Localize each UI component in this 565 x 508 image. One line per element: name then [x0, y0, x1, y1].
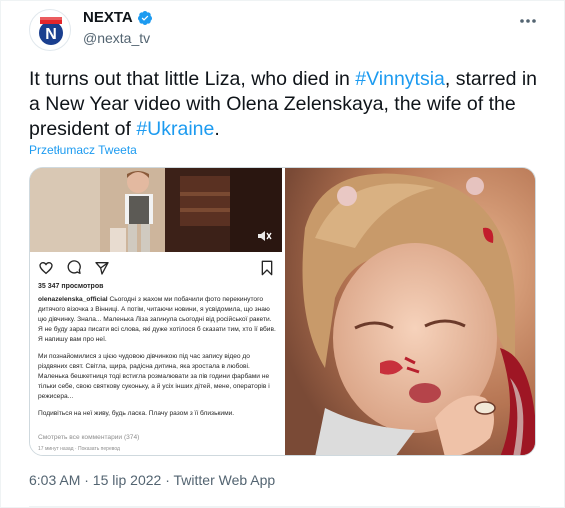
views-count: 35 347 просмотров: [38, 283, 104, 290]
instagram-username[interactable]: olenazelenska_official: [38, 296, 108, 303]
verified-badge-icon: [137, 11, 152, 25]
instagram-actions: [38, 260, 274, 278]
author-handle[interactable]: @nexta_tv: [83, 29, 153, 47]
view-all-comments-link[interactable]: Смотреть все комментарии (374): [38, 434, 139, 441]
child-photo-image: [285, 168, 535, 455]
more-icon: [520, 19, 536, 23]
nexta-logo-icon: N: [39, 17, 63, 45]
bookmark-icon[interactable]: [260, 260, 274, 276]
translate-tweet-link[interactable]: Przetłumacz Tweeta: [29, 143, 137, 157]
tweet-text: It turns out that little Liza, who died …: [29, 67, 544, 142]
tweet-text-part: .: [214, 118, 220, 140]
video-scene-image: [30, 168, 282, 252]
logo-letter: N: [45, 26, 57, 43]
video-thumbnail: [30, 168, 282, 252]
avatar[interactable]: N: [29, 9, 71, 51]
divider: [29, 506, 540, 507]
caption-paragraph: Ми познайомилися з цією чудовою дівчинко…: [38, 353, 270, 400]
post-meta: 17 минут назад · Показать перевод: [38, 446, 120, 452]
heart-icon[interactable]: [38, 260, 54, 276]
instagram-caption: olenazelenska_official Сьогодні з жахом …: [38, 295, 276, 426]
mute-icon[interactable]: [256, 228, 272, 244]
hashtag-vinnytsia[interactable]: #Vinnytsia: [355, 68, 445, 90]
hashtag-ukraine[interactable]: #Ukraine: [136, 118, 214, 140]
display-name[interactable]: NEXTA: [83, 9, 133, 27]
tweet-timestamp[interactable]: 6:03 AM · 15 lip 2022 · Twitter Web App: [29, 472, 275, 488]
tweet-card: N NEXTA @nexta_tv It turns out that litt…: [0, 0, 565, 508]
child-photo[interactable]: [285, 168, 535, 455]
instagram-screenshot[interactable]: 35 347 просмотров olenazelenska_official…: [30, 168, 282, 455]
more-options-button[interactable]: [516, 11, 540, 31]
share-icon[interactable]: [94, 260, 110, 276]
tweet-text-part: It turns out that little Liza, who died …: [29, 68, 356, 90]
comment-icon[interactable]: [66, 260, 82, 276]
caption-paragraph: Подивіться на неї живу, будь ласка. Плач…: [38, 410, 235, 417]
caption-paragraph: Сьогодні з жахом ми побачили фото переки…: [38, 296, 276, 343]
tweet-media[interactable]: 35 347 просмотров olenazelenska_official…: [29, 167, 536, 456]
author-info: NEXTA @nexta_tv: [83, 9, 153, 47]
